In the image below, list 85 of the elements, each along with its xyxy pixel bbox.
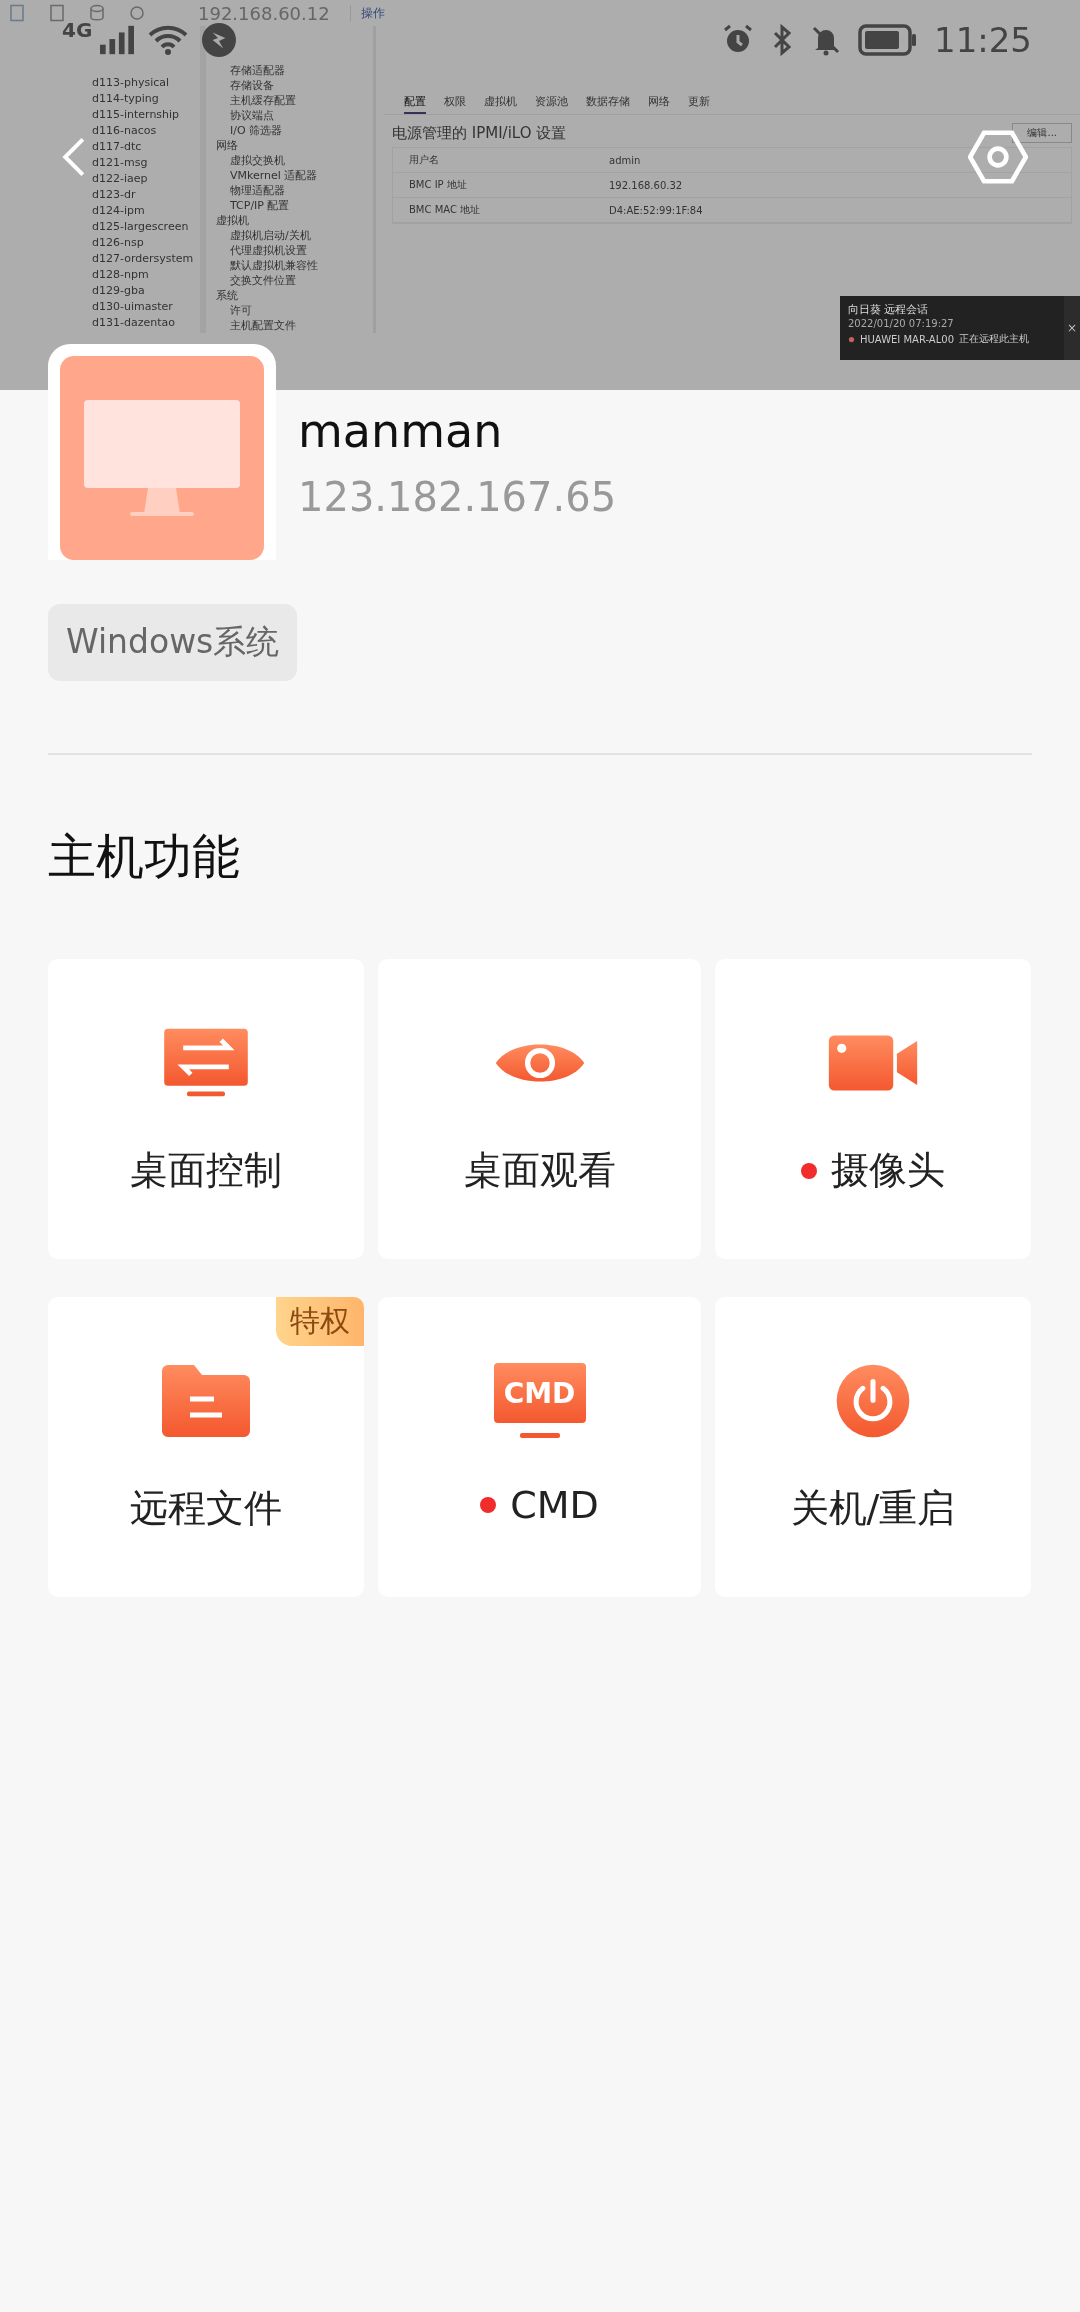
tree-item[interactable]: TCP/IP 配置 (216, 199, 373, 213)
actions-menu[interactable]: 操作 (349, 4, 385, 22)
tree-item[interactable]: 主机配置文件 (216, 319, 373, 333)
vm-list-item[interactable]: d131-dazentao (92, 316, 175, 330)
table-cell: 192.168.60.32 (609, 179, 683, 191)
table-cell-text: BMC MAC 地址 (408, 203, 482, 217)
tree-item[interactable]: 默认虚拟机兼容性 (216, 259, 373, 273)
function-card[interactable]: 摄像头 (715, 959, 1031, 1259)
session-status: 正在远程此主机 (959, 332, 1029, 346)
tree-item[interactable]: 虚拟交换机 (216, 154, 373, 168)
tree-item[interactable]: 代理虚拟机设置 (216, 244, 373, 258)
function-label: 摄像头 (831, 1147, 945, 1194)
tree-item[interactable]: 存储设备 (216, 79, 373, 93)
wifi-icon (148, 24, 189, 56)
function-card[interactable]: CMD CMD (378, 1297, 701, 1597)
muted-bell-icon (810, 24, 842, 56)
vm-list-item[interactable]: d126-nsp (92, 236, 144, 250)
function-label: 关机/重启 (790, 1485, 956, 1532)
table-cell-text: BMC IP 地址 (408, 178, 468, 192)
remote-tab[interactable]: 更新 (688, 94, 710, 114)
tree-item[interactable]: 许可 (216, 304, 373, 318)
vm-list-item[interactable]: d116-nacos (92, 124, 157, 138)
section-title: 主机功能 (47, 827, 241, 886)
function-card[interactable]: 桌面观看 (378, 959, 701, 1259)
remote-tab[interactable]: 网络 (648, 94, 670, 114)
network-type: 4G (62, 18, 93, 42)
vm-list-item[interactable]: d113-physical (92, 76, 170, 90)
host-name: manman (298, 404, 504, 458)
tree-item[interactable]: 主机缓存配置 (216, 94, 373, 108)
tree-item[interactable]: VMkernel 适配器 (216, 169, 373, 183)
vm-list-item[interactable]: d115-internship (92, 108, 180, 122)
function-label: 桌面观看 (463, 1147, 616, 1194)
device-name: HUAWEI MAR-AL00 (860, 333, 954, 345)
tree-item[interactable]: 虚拟机 (216, 214, 373, 228)
tree-item[interactable]: 交换文件位置 (216, 274, 373, 288)
folder-icon (160, 1363, 252, 1439)
remote-tab[interactable]: 配置 (404, 94, 426, 114)
tree-item[interactable]: 虚拟机启动/关机 (216, 229, 373, 243)
tree-item[interactable]: 物理适配器 (216, 184, 373, 198)
vm-list-item[interactable]: d124-ipm (92, 204, 145, 218)
vm-list-item[interactable]: d122-iaep (92, 172, 148, 186)
battery-icon (858, 24, 918, 56)
notification-title: 向日葵 远程会话 (848, 302, 930, 317)
database-icon[interactable] (88, 4, 106, 22)
table-cell: admin (609, 154, 641, 166)
tree-item[interactable]: 存储适配器 (216, 64, 373, 78)
tree-item[interactable]: 网络 (216, 139, 373, 153)
table-cell-text: 用户名 (408, 153, 440, 167)
back-icon[interactable] (62, 136, 86, 178)
vm-list-item[interactable]: d117-dtc (92, 140, 142, 154)
vm-list-item[interactable]: d130-uimaster (92, 300, 173, 314)
privilege-badge: 特权 (276, 1297, 364, 1346)
vm-list-item[interactable]: d128-npm (92, 268, 149, 282)
os-tag: Windows系统 (48, 604, 298, 681)
vm-list-item[interactable]: d121-msg (92, 156, 148, 170)
remote-tab[interactable]: 数据存储 (586, 94, 630, 114)
signal-icon (100, 25, 135, 55)
remote-tab[interactable]: 权限 (444, 94, 466, 114)
function-label: CMD (510, 1483, 599, 1527)
vm-list-item[interactable]: d129-gba (92, 284, 145, 298)
tree-item[interactable]: 系统 (216, 289, 373, 303)
function-label: 桌面控制 (130, 1147, 282, 1194)
vm-list-item[interactable]: d123-dr (92, 188, 136, 202)
table-cell: D4:AE:52:99:1F:84 (609, 204, 703, 216)
edit-button[interactable]: 编辑... (1012, 123, 1072, 143)
device-icon (848, 335, 855, 343)
tree-item[interactable]: 协议端点 (216, 109, 373, 123)
host-ip: 123.182.167.65 (298, 474, 617, 520)
vm-list-item[interactable]: d125-largescreen (92, 220, 189, 234)
function-label: 远程文件 (130, 1485, 282, 1532)
remote-tab[interactable]: 虚拟机 (484, 94, 517, 114)
function-card[interactable]: 特权 远程文件 (48, 1297, 364, 1597)
tree-item[interactable]: I/O 筛选器 (216, 124, 373, 138)
panel-heading: 电源管理的 IPMI/iLO 设置 (392, 123, 567, 143)
monitor-icon (82, 398, 242, 518)
vm-list-item[interactable]: d114-typing (92, 92, 159, 106)
function-card[interactable]: 关机/重启 (715, 1297, 1031, 1597)
close-button[interactable]: × (1064, 296, 1080, 360)
function-card[interactable]: 桌面控制 (48, 959, 364, 1259)
settings-icon[interactable] (968, 130, 1028, 184)
host-address: 192.168.60.12 (198, 2, 330, 24)
vm-list-item[interactable]: d127-ordersystem (92, 252, 194, 266)
clock-time: 11:25 (934, 20, 1032, 60)
notification-time: 2022/01/20 07:19:27 (848, 318, 955, 329)
remote-tab[interactable]: 资源池 (535, 94, 568, 114)
